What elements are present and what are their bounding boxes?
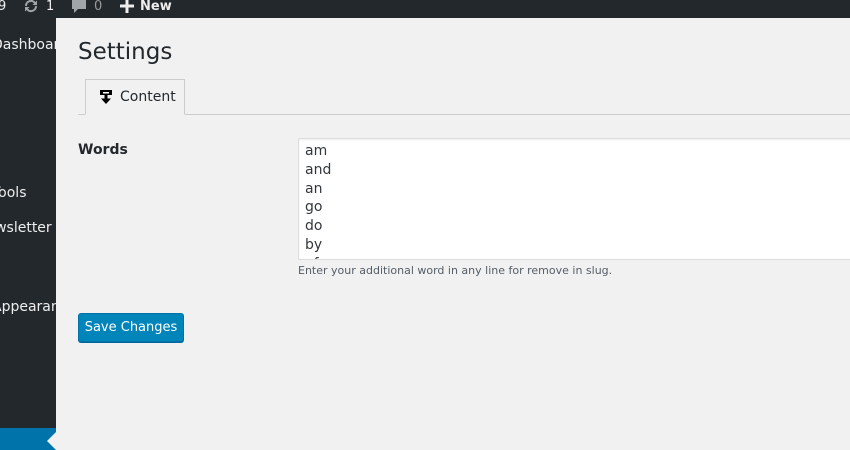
updates-count: 1 bbox=[46, 0, 55, 14]
current-menu-arrow bbox=[47, 432, 56, 450]
admin-bar: 9 1 0 New bbox=[0, 0, 850, 18]
words-help-text: Enter your additional word in any line f… bbox=[298, 264, 613, 277]
adminbar-new[interactable]: New bbox=[120, 0, 172, 15]
tab-label: Content bbox=[120, 89, 176, 105]
plus-icon bbox=[120, 0, 134, 13]
partial-count: 9 bbox=[0, 0, 7, 14]
words-textarea[interactable]: am and an go do by of bbox=[298, 138, 850, 260]
adminbar-partial-item[interactable]: 9 bbox=[0, 0, 6, 15]
main-content: Settings Content Words am and an go do b… bbox=[56, 18, 850, 450]
page-title: Settings bbox=[78, 39, 173, 65]
sidebar-item-newsletter[interactable]: Newsletter bbox=[0, 218, 52, 238]
words-label: Words bbox=[78, 142, 128, 158]
comments-count: 0 bbox=[94, 0, 103, 14]
pushpin-down-icon bbox=[99, 89, 113, 105]
new-label: New bbox=[140, 0, 172, 14]
sidebar-item-tools[interactable]: Tools bbox=[0, 183, 27, 203]
sidebar-item-appearance[interactable]: Appearance bbox=[0, 297, 56, 317]
adminbar-updates[interactable]: 1 bbox=[22, 0, 54, 15]
adminbar-comments[interactable]: 0 bbox=[70, 0, 102, 15]
save-changes-button[interactable]: Save Changes bbox=[78, 313, 184, 342]
refresh-icon bbox=[22, 0, 40, 14]
tab-divider bbox=[78, 114, 850, 115]
admin-sidebar: Dashboard Tools Newsletter Appearance bbox=[0, 18, 56, 450]
comment-bubble-icon bbox=[70, 0, 88, 14]
sidebar-item-dashboard[interactable]: Dashboard bbox=[0, 35, 56, 55]
tab-content[interactable]: Content bbox=[85, 79, 185, 115]
